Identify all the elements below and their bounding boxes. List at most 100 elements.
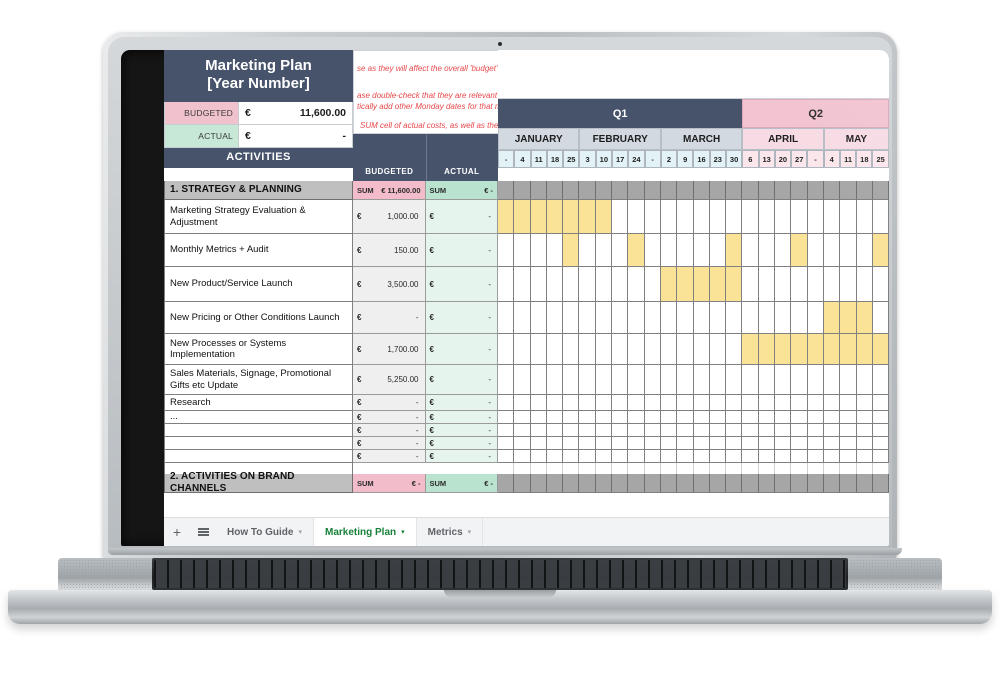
activity-cell[interactable]: New Product/Service Launch [164,267,353,302]
activity-cell[interactable]: New Pricing or Other Conditions Launch [164,302,353,334]
gantt-cell[interactable] [742,365,759,395]
gantt-cell[interactable] [775,302,792,334]
gantt-cell[interactable] [709,411,727,424]
activity-cell[interactable]: ... [164,411,353,424]
week-date-cell[interactable]: 27 [791,150,808,168]
gantt-cell[interactable] [726,334,743,365]
week-date-cell[interactable]: 25 [563,150,580,168]
gantt-cell[interactable] [807,365,824,395]
gantt-cell[interactable] [775,395,792,411]
gantt-cell[interactable] [791,424,808,437]
gantt-cell[interactable] [742,395,759,411]
sheet-tab-metrics[interactable]: Metrics ▾ [417,518,484,546]
week-date-cell[interactable]: 2 [660,150,678,168]
gantt-cell[interactable] [872,181,889,200]
gantt-cell[interactable] [546,334,564,365]
gantt-cell[interactable] [856,200,873,234]
week-date-cell[interactable]: 25 [872,150,889,168]
gantt-cell[interactable] [677,395,694,411]
gantt-cell[interactable] [775,450,792,463]
week-date-cell[interactable]: 4 [514,150,531,168]
gantt-cell[interactable] [612,437,629,450]
gantt-cell[interactable] [709,200,727,234]
gantt-cell[interactable] [660,474,678,493]
week-date-cell[interactable]: 11 [530,150,547,168]
gantt-cell[interactable] [514,463,531,474]
gantt-cell[interactable] [807,424,824,437]
sheet-tab-how-to-guide[interactable]: How To Guide ▾ [216,518,314,546]
gantt-cell[interactable] [628,365,645,395]
gantt-cell[interactable] [579,424,596,437]
gantt-cell[interactable] [791,463,808,474]
gantt-cell[interactable] [775,181,792,200]
gantt-cell[interactable] [498,302,515,334]
gantt-cell[interactable] [530,437,547,450]
gantt-cell[interactable] [742,181,759,200]
gantt-cell[interactable] [514,267,531,302]
gantt-cell[interactable] [563,411,580,424]
week-date-cell[interactable]: - [644,150,661,168]
gantt-cell[interactable] [514,181,531,200]
gantt-cell[interactable] [660,411,678,424]
gantt-cell[interactable] [546,463,564,474]
gantt-cell[interactable] [872,200,889,234]
budgeted-cell[interactable]: €3,500.00 [353,267,426,302]
gantt-cell[interactable] [677,334,694,365]
gantt-cell[interactable] [840,234,857,267]
gantt-cell[interactable] [530,302,547,334]
gantt-cell[interactable] [563,334,580,365]
gantt-cell[interactable] [612,450,629,463]
gantt-cell[interactable] [595,365,613,395]
gantt-cell[interactable] [775,424,792,437]
gantt-cell[interactable] [644,463,661,474]
gantt-cell[interactable] [693,200,710,234]
actual-cell[interactable]: € - [425,334,498,365]
gantt-cell[interactable] [644,395,661,411]
activity-cell[interactable]: Sales Materials, Signage, Promotional Gi… [164,365,353,395]
gantt-cell-filled[interactable] [840,334,857,365]
gantt-cell-filled[interactable] [726,267,743,302]
add-sheet-icon[interactable]: + [164,518,190,546]
gantt-cell[interactable] [530,424,547,437]
gantt-cell[interactable] [709,181,727,200]
gantt-cell[interactable] [791,437,808,450]
gantt-cell[interactable] [579,365,596,395]
actual-cell[interactable]: € - [425,365,498,395]
gantt-cell[interactable] [628,474,645,493]
budgeted-cell[interactable]: €1,700.00 [353,334,426,365]
budgeted-cell[interactable]: €150.00 [353,234,426,267]
gantt-cell[interactable] [612,267,629,302]
gantt-cell[interactable] [693,234,710,267]
gantt-cell[interactable] [840,463,857,474]
gantt-cell[interactable] [807,267,824,302]
gantt-cell[interactable] [546,395,564,411]
gantt-cell[interactable] [514,365,531,395]
week-date-cell[interactable]: - [807,150,824,168]
gantt-cell[interactable] [872,365,889,395]
gantt-cell[interactable] [856,424,873,437]
gantt-cell[interactable] [758,365,776,395]
gantt-cell[interactable] [579,234,596,267]
gantt-cell[interactable] [579,302,596,334]
gantt-cell[interactable] [660,234,678,267]
gantt-cell[interactable] [840,411,857,424]
gantt-cell[interactable] [693,463,710,474]
gantt-cell[interactable] [530,463,547,474]
gantt-cell[interactable] [840,200,857,234]
gantt-cell[interactable] [595,181,613,200]
gantt-cell[interactable] [612,302,629,334]
gantt-cell[interactable] [563,437,580,450]
gantt-cell[interactable] [644,181,661,200]
gantt-cell-filled[interactable] [677,267,694,302]
budgeted-total-value[interactable]: € 11,600.00 [239,101,352,124]
gantt-cell[interactable] [775,267,792,302]
gantt-cell[interactable] [823,200,841,234]
gantt-cell[interactable] [579,463,596,474]
gantt-cell[interactable] [546,437,564,450]
gantt-cell[interactable] [807,200,824,234]
gantt-cell[interactable] [823,463,841,474]
gantt-cell[interactable] [530,474,547,493]
gantt-cell[interactable] [546,365,564,395]
gantt-cell[interactable] [726,200,743,234]
actual-cell[interactable]: € - [425,411,498,424]
